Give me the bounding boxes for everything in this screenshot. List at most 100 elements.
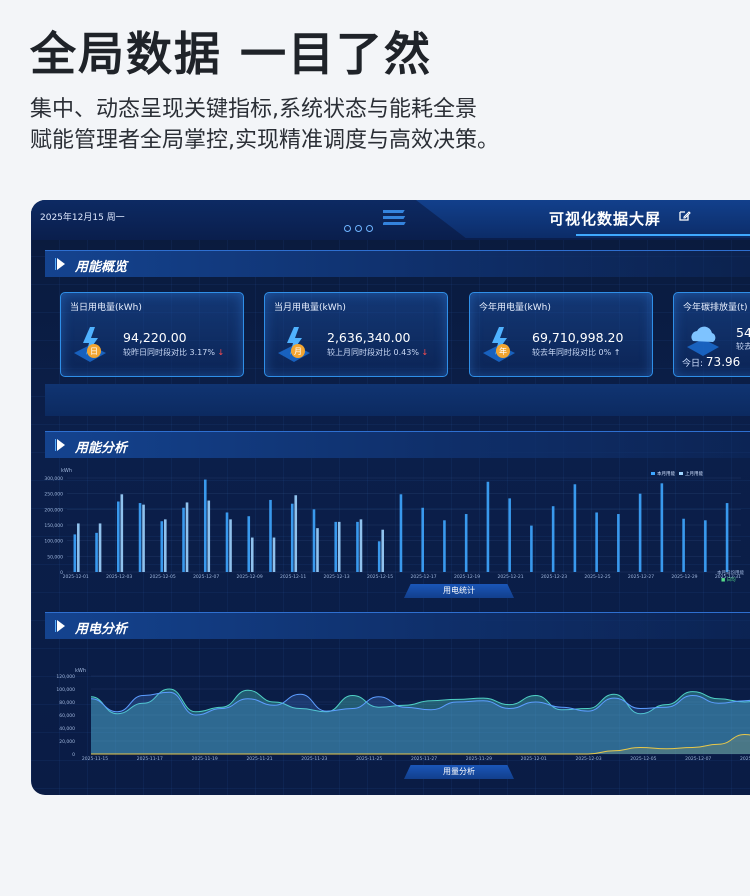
trend-up-icon: ↑ (613, 348, 621, 357)
card-monthly-power[interactable]: 当月用电量(kWh) 月 2,636,340.00 较上月同时段对比 0.43%… (264, 292, 448, 377)
card-value: 94,220.00 (123, 330, 187, 345)
legend-swatch (651, 472, 655, 475)
y-tick-label: 250,000 (44, 492, 63, 498)
x-tick-label: 2025-11-27 (411, 756, 437, 762)
section-header-energy-analysis: 用能分析 (45, 431, 750, 458)
legend-swatch (679, 472, 683, 475)
y-tick-label: 150,000 (44, 523, 63, 529)
bar (117, 501, 120, 572)
section-title-overview: 用能概览 (75, 260, 128, 275)
section-header-power-analysis: 用电分析 (45, 612, 750, 639)
badge-label: 月 (294, 347, 302, 356)
x-tick-label: 2025-12-09 (237, 574, 263, 580)
bar (725, 503, 729, 572)
bar (377, 541, 381, 572)
bar (530, 525, 533, 572)
bar (660, 483, 664, 572)
section-title-energy-analysis: 用能分析 (75, 441, 128, 456)
x-tick-label: 2025-11-17 (137, 756, 163, 762)
x-tick-label: 2025-12-21 (497, 574, 523, 580)
card-compare: 较昨日同时段对比 3.17% ↓ (123, 348, 225, 357)
bar (399, 494, 403, 572)
section-title-power-analysis: 用电分析 (75, 622, 128, 637)
y-tick-label: 20,000 (59, 739, 75, 745)
x-tick-label: 2025-11-29 (466, 756, 492, 762)
x-tick-label: 2025-11-15 (82, 756, 108, 762)
x-tick-label: 2025-12-25 (584, 574, 610, 580)
y-tick-label: 60,000 (59, 713, 75, 719)
hero-subtitle: 集中、动态呈现关键指标,系统状态与能耗全景 赋能管理者全局掌控,实现精准调度与高… (30, 94, 499, 156)
card-value: 69,710,998.20 (532, 330, 624, 345)
dashboard-date: 2025年12月15 周一 (40, 213, 125, 223)
x-tick-label: 2025-12-23 (541, 574, 567, 580)
x-tick-label: 2025-11-19 (192, 756, 218, 762)
bar (229, 519, 232, 572)
decorative-dots (344, 217, 377, 236)
edit-icon[interactable] (678, 209, 691, 222)
card-title: 当日用电量(kWh) (70, 303, 142, 313)
card-value: 54 (736, 325, 750, 340)
x-tick-label: 2025-11-25 (356, 756, 382, 762)
bar (290, 503, 294, 572)
x-tick-label: 2025-11-21 (246, 756, 272, 762)
card-carbon-emission[interactable]: 今年碳排放量(t) 54 较去 今日: 73.96 (673, 292, 750, 377)
card-yearly-power[interactable]: 今年用电量(kWh) 年 69,710,998.20 较去年同时段对比 0% ↑ (469, 292, 653, 377)
bar (551, 506, 555, 572)
dashboard-title: 可视化数据大屏 (549, 210, 662, 228)
bar (207, 500, 211, 572)
y-tick-label: 40,000 (59, 726, 75, 732)
bar (337, 521, 341, 572)
x-tick-label: 2025-12-19 (454, 574, 480, 580)
bar (617, 514, 620, 572)
hero-subtitle-line-2: 赋能管理者全局掌控,实现精准调度与高效决策。 (30, 128, 499, 153)
bar (381, 529, 385, 572)
side-label: 本月日均用能 (717, 569, 744, 576)
x-tick-label: 2025-12-07 (193, 574, 219, 580)
bar (682, 518, 685, 572)
x-tick-label: 2025-11-23 (301, 756, 327, 762)
trend-down-icon: ↓ (421, 348, 429, 357)
decorative-stripes-icon (383, 210, 406, 225)
bar (294, 495, 298, 572)
cloud-icon (687, 326, 719, 356)
energy-badge-icon: 日 (74, 327, 106, 362)
bar (359, 519, 363, 572)
legend-label: 本月用能 (657, 470, 675, 477)
x-tick-label: 2025-12-05 (150, 574, 176, 580)
y-axis-unit: kWh (61, 468, 72, 474)
bar (269, 499, 272, 572)
bar (203, 479, 207, 572)
bar (95, 532, 98, 572)
dashboard-screen: 2025年12月15 周一 可视化数据大屏 用能概览 当日用电量(kWh) 日 … (31, 200, 750, 795)
badge-label: 日 (90, 347, 98, 356)
x-tick-label: 2025-12-27 (628, 574, 654, 580)
y-tick-label: 100,000 (44, 539, 63, 545)
card-compare: 较上月同时段对比 0.43% ↓ (327, 348, 429, 357)
y-axis-unit: kWh (75, 668, 86, 674)
energy-bar-chart: kWh050,000100,000150,000200,000250,00030… (44, 468, 744, 582)
card-title: 今年碳排放量(t) (683, 303, 748, 313)
y-tick-label: 100,000 (56, 687, 75, 693)
bar (421, 507, 424, 572)
bar (486, 481, 490, 572)
card-compare: 较去 (736, 342, 750, 351)
y-tick-label: 50,000 (47, 554, 63, 560)
card-title: 今年用电量(kWh) (479, 303, 551, 313)
bar (185, 502, 189, 572)
x-tick-label: 2025-12-17 (410, 574, 436, 580)
section-header-overview: 用能概览 (45, 250, 750, 277)
x-tick-label: 2025-12-01 (521, 756, 547, 762)
bar (508, 498, 511, 572)
bar (638, 493, 642, 572)
chevron-right-icon (55, 439, 65, 451)
legend-label: 上月用能 (685, 470, 703, 477)
bar (704, 520, 707, 572)
usage-analysis-tab[interactable]: 用量分析 (404, 765, 514, 779)
y-tick-label: 80,000 (59, 700, 75, 706)
bar (182, 507, 185, 572)
card-compare: 较去年同时段对比 0% ↑ (532, 348, 621, 357)
energy-badge-icon: 年 (483, 327, 515, 362)
card-daily-power[interactable]: 当日用电量(kWh) 日 94,220.00 较昨日同时段对比 3.17% ↓ (60, 292, 244, 377)
trend-down-icon: ↓ (217, 348, 225, 357)
power-statistics-tab[interactable]: 用电统计 (404, 584, 514, 598)
